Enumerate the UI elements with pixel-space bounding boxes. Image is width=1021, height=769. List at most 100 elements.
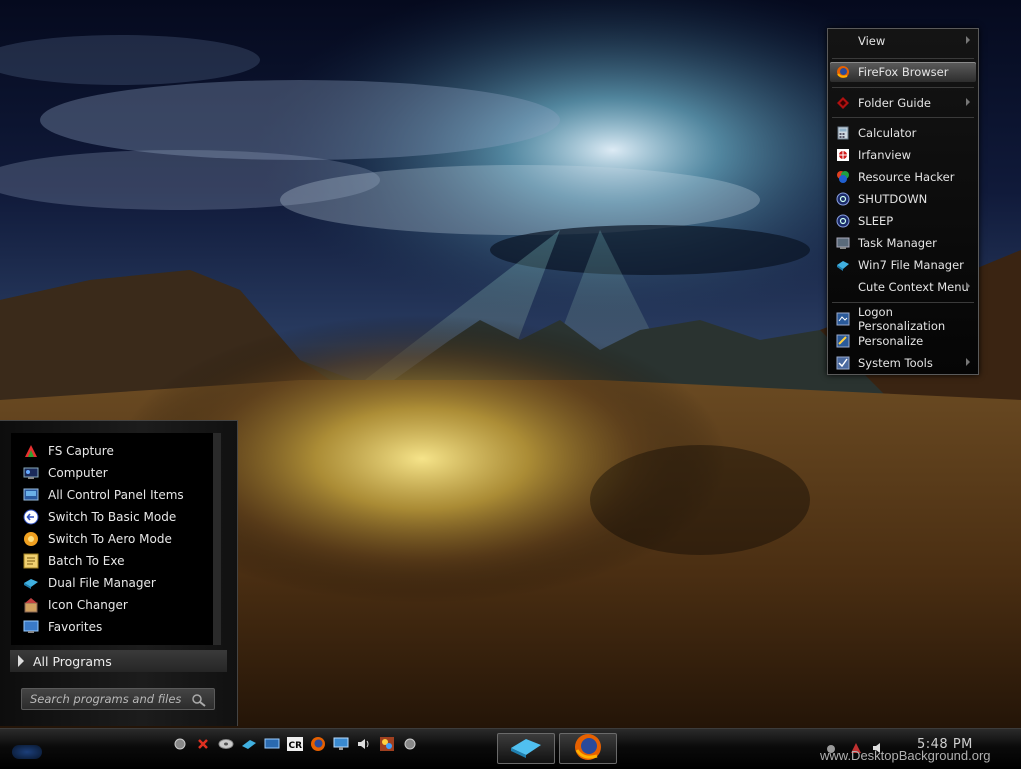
start-item-label: FS Capture <box>48 444 114 458</box>
start-item-label: Computer <box>48 466 108 480</box>
start-item-batch-to-exe[interactable]: Batch To Exe <box>23 551 124 571</box>
start-item-label: All Control Panel Items <box>48 488 184 502</box>
folder-guide-icon <box>835 96 850 111</box>
ctx-item-calculator[interactable]: Calculator <box>830 123 976 143</box>
submenu-arrow-icon <box>966 36 970 44</box>
ctx-item-irfanview[interactable]: Irfanview <box>830 145 976 165</box>
submenu-arrow-icon <box>966 358 970 366</box>
blank-icon <box>835 280 850 295</box>
context-menu: View FireFox Browser Folder Guide Calcul… <box>827 28 979 375</box>
ctx-item-label: Win7 File Manager <box>858 258 964 272</box>
dot-icon[interactable] <box>402 736 418 752</box>
start-item-favorites[interactable]: Favorites <box>23 617 102 637</box>
dual-file-manager-icon <box>23 575 39 591</box>
logon-icon <box>835 312 850 327</box>
ctx-item-label: Cute Context Menu <box>858 280 969 294</box>
start-item-label: Switch To Aero Mode <box>48 532 172 546</box>
start-button[interactable] <box>12 745 42 759</box>
personalize-icon <box>835 334 850 349</box>
ctx-item-label: Task Manager <box>858 236 937 250</box>
ctx-item-sleep[interactable]: SLEEP <box>830 211 976 231</box>
fs-capture-icon <box>23 443 39 459</box>
start-item-control-panel[interactable]: All Control Panel Items <box>23 485 184 505</box>
ctx-item-label: Resource Hacker <box>858 170 955 184</box>
ctx-item-logon-personalization[interactable]: Logon Personalization <box>830 305 976 333</box>
ctx-item-folder-guide[interactable]: Folder Guide <box>830 93 976 113</box>
file-manager-icon <box>509 735 543 763</box>
search-input[interactable] <box>30 692 190 706</box>
ctx-item-label: SHUTDOWN <box>858 192 928 206</box>
icon-changer-icon <box>23 597 39 613</box>
quick-launch-bar: CR <box>172 735 425 753</box>
search-box <box>21 688 215 710</box>
cr-label: CR <box>289 741 303 751</box>
basic-mode-icon <box>23 509 39 525</box>
control-panel-icon <box>23 487 39 503</box>
start-item-basic-mode[interactable]: Switch To Basic Mode <box>23 507 176 527</box>
ctx-item-label: Irfanview <box>858 148 911 162</box>
menu-separator <box>832 302 974 303</box>
ctx-item-label: SLEEP <box>858 214 894 228</box>
ctx-item-label: FireFox Browser <box>858 65 949 79</box>
start-item-aero-mode[interactable]: Switch To Aero Mode <box>23 529 172 549</box>
all-programs-label: All Programs <box>33 653 112 669</box>
blank-icon <box>835 34 850 49</box>
ctx-item-task-manager[interactable]: Task Manager <box>830 233 976 253</box>
ctx-item-view[interactable]: View <box>830 31 976 51</box>
speaker-icon[interactable] <box>356 736 372 752</box>
file-manager-icon <box>835 258 850 273</box>
ctx-item-cute-context-menu[interactable]: Cute Context Menu <box>830 277 976 297</box>
pen-icon[interactable] <box>241 736 257 752</box>
aero-mode-icon <box>23 531 39 547</box>
search-icon[interactable] <box>190 692 208 711</box>
start-item-label: Icon Changer <box>48 598 128 612</box>
menu-separator <box>832 87 974 88</box>
ctx-item-firefox[interactable]: FireFox Browser <box>830 62 976 82</box>
ctx-item-personalize[interactable]: Personalize <box>830 331 976 351</box>
start-item-label: Switch To Basic Mode <box>48 510 177 524</box>
start-item-icon-changer[interactable]: Icon Changer <box>23 595 128 615</box>
ctx-item-label: System Tools <box>858 356 933 370</box>
start-item-computer[interactable]: Computer <box>23 463 108 483</box>
resource-hacker-icon <box>835 170 850 185</box>
watermark: www.DesktopBackground.org <box>820 748 991 763</box>
all-programs-button[interactable]: All Programs <box>10 650 227 672</box>
menu-separator <box>832 117 974 118</box>
close-x-icon[interactable] <box>195 736 211 752</box>
monitor-icon[interactable] <box>264 736 280 752</box>
cr-icon[interactable]: CR <box>287 736 303 752</box>
ctx-item-label: View <box>858 34 886 48</box>
dot-icon[interactable] <box>172 736 188 752</box>
start-menu: FS Capture Computer All Control Panel It… <box>0 420 238 726</box>
menu-separator <box>832 58 974 59</box>
computer-icon <box>23 465 39 481</box>
triangle-right-icon <box>18 655 24 667</box>
submenu-arrow-icon <box>966 98 970 106</box>
ctx-item-label: Logon Personalization <box>858 305 946 333</box>
disk-icon[interactable] <box>218 736 234 752</box>
firefox-icon <box>835 65 850 80</box>
ctx-item-label: Personalize <box>858 334 924 348</box>
firefox-icon[interactable] <box>310 736 326 752</box>
batch-to-exe-icon <box>23 553 39 569</box>
ctx-item-resource-hacker[interactable]: Resource Hacker <box>830 167 976 187</box>
start-item-label: Favorites <box>48 620 103 634</box>
taskbar-file-manager-button[interactable] <box>497 733 555 764</box>
ctx-item-win7-file-manager[interactable]: Win7 File Manager <box>830 255 976 275</box>
favorites-icon <box>23 619 39 635</box>
start-item-label: Batch To Exe <box>48 554 125 568</box>
ctx-item-system-tools[interactable]: System Tools <box>830 353 976 373</box>
firefox-icon <box>573 732 603 766</box>
paint-icon[interactable] <box>379 736 395 752</box>
display-icon[interactable] <box>333 736 349 752</box>
irfanview-icon <box>835 148 850 163</box>
start-item-fs-capture[interactable]: FS Capture <box>23 441 114 461</box>
calculator-icon <box>835 126 850 141</box>
ctx-item-shutdown[interactable]: SHUTDOWN <box>830 189 976 209</box>
sleep-icon <box>835 214 850 229</box>
start-menu-pinned-list: FS Capture Computer All Control Panel It… <box>11 433 221 645</box>
submenu-arrow-icon <box>966 282 970 290</box>
start-item-dual-file-manager[interactable]: Dual File Manager <box>23 573 156 593</box>
taskbar-firefox-button[interactable] <box>559 733 617 764</box>
system-tools-icon <box>835 356 850 371</box>
